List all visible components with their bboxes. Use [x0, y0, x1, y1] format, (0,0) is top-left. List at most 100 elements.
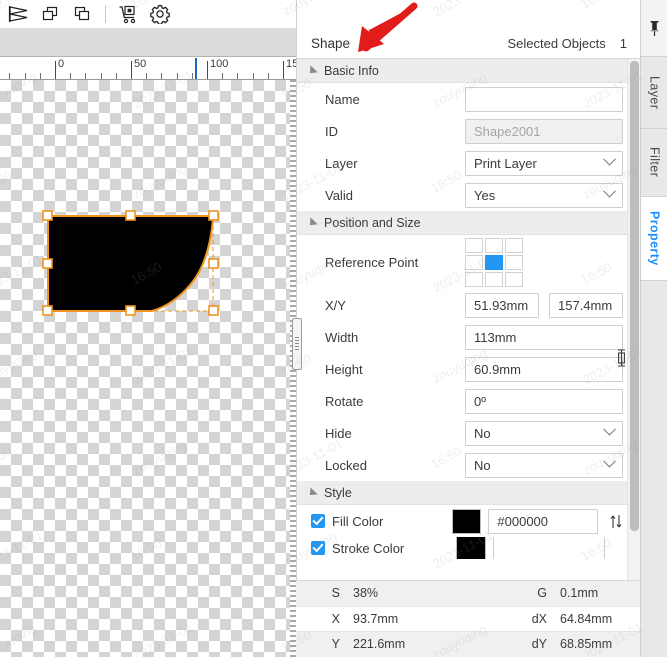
canvas-checkerboard[interactable]	[0, 80, 290, 657]
reference-point-cell-6[interactable]	[465, 271, 483, 287]
width-input[interactable]: 113mm	[465, 324, 623, 350]
panel-splitter-handle[interactable]	[292, 318, 302, 370]
group-header-position-and-size[interactable]: Position and Size	[297, 211, 641, 235]
layer-select[interactable]: Print Layer	[465, 150, 623, 176]
bring-to-front-icon[interactable]	[36, 2, 66, 26]
toolbar-divider	[105, 5, 106, 23]
group-title-position-and-size: Position and Size	[324, 215, 421, 230]
canvas-area[interactable]: 0 50 100 15	[0, 28, 296, 657]
ruler-tick-minor	[40, 73, 41, 79]
horizontal-ruler[interactable]: 0 50 100 15	[0, 57, 296, 80]
tab-property-label: Property	[647, 211, 662, 266]
collapse-triangle-icon	[306, 64, 318, 77]
panel-scrollbar-track[interactable]	[627, 59, 640, 580]
ruler-tick-minor	[192, 73, 193, 79]
valid-select-value: Yes	[474, 187, 496, 203]
ruler-tick-minor	[222, 73, 223, 79]
fill-color-checkbox[interactable]	[311, 514, 325, 528]
hide-select-value: No	[474, 425, 491, 441]
ruler-label: 0	[58, 58, 65, 70]
label-name: Name	[325, 91, 360, 107]
reference-point-cell-1[interactable]	[485, 237, 503, 253]
splitter-grip-icon	[295, 337, 299, 351]
layer-select-value: Print Layer	[474, 155, 537, 171]
tab-layer[interactable]: Layer	[641, 57, 667, 129]
rotate-input[interactable]: 0º	[465, 388, 623, 414]
locked-select[interactable]: No	[465, 452, 623, 478]
y-input[interactable]: 157.4mm	[549, 292, 623, 318]
ruler-tick-minor	[177, 73, 178, 79]
gear-icon[interactable]	[145, 2, 175, 26]
tab-layer-label: Layer	[647, 75, 662, 110]
ruler-tick-minor	[237, 73, 238, 79]
group-header-style[interactable]: Style	[297, 481, 641, 505]
group-title-basic-info: Basic Info	[324, 63, 379, 78]
name-input[interactable]	[465, 86, 623, 112]
selected-shape[interactable]	[0, 80, 290, 657]
panel-scrollbar-thumb[interactable]	[630, 61, 639, 531]
reference-point-grid[interactable]	[465, 237, 523, 287]
stroke-color-hex-input[interactable]	[493, 537, 605, 559]
tab-filter-label: Filter	[647, 147, 662, 178]
status-key-2: dY	[531, 637, 547, 652]
label-fill-color: Fill Color	[332, 513, 384, 529]
tab-property[interactable]: Property	[641, 197, 667, 281]
reference-point-cell-5[interactable]	[505, 254, 523, 270]
ruler-tick-minor	[70, 73, 71, 79]
status-key-2: G	[537, 586, 547, 601]
ruler-cursor-marker	[195, 58, 197, 79]
label-height: Height	[325, 361, 363, 377]
id-field: Shape2001	[465, 118, 623, 144]
panel-body: Basic Info Name ID Shape2001 Layer Print…	[297, 59, 641, 580]
ruler-tick-minor	[161, 73, 162, 79]
swap-vertical-icon[interactable]	[608, 513, 625, 530]
status-key: S	[331, 586, 340, 601]
reference-point-cell-4[interactable]	[485, 254, 503, 270]
status-key-2: dX	[531, 611, 547, 626]
stroke-color-checkbox[interactable]	[311, 541, 325, 555]
group-header-basic-info[interactable]: Basic Info	[297, 59, 641, 83]
label-stroke-color: Stroke Color	[332, 540, 405, 556]
status-value: 221.6mm	[353, 637, 406, 652]
row-layer: Layer Print Layer	[297, 147, 641, 179]
reference-point-cell-8[interactable]	[505, 271, 523, 287]
flag-shape-icon[interactable]	[4, 2, 34, 26]
pushpin-icon[interactable]	[641, 0, 667, 57]
label-rotate: Rotate	[325, 393, 364, 409]
height-input[interactable]: 60.9mm	[465, 356, 623, 382]
send-to-back-icon[interactable]	[68, 2, 98, 26]
reference-point-cell-7[interactable]	[485, 271, 503, 287]
reference-point-cell-0[interactable]	[465, 237, 483, 253]
label-valid: Valid	[325, 187, 353, 203]
reference-point-cell-2[interactable]	[505, 237, 523, 253]
ruler-tick-minor	[9, 73, 10, 79]
page-title: Shape	[311, 35, 351, 51]
reference-point-cell-3[interactable]	[465, 254, 483, 270]
collapse-triangle-icon	[306, 486, 318, 499]
row-name: Name	[297, 83, 641, 115]
ruler-label: 50	[134, 58, 147, 70]
fill-color-swatch[interactable]	[452, 508, 482, 534]
ruler-tick-minor	[85, 73, 86, 79]
selected-objects-count: 1	[619, 35, 627, 51]
row-fill-color: Fill Color #000000	[297, 505, 641, 537]
label-reference-point: Reference Point	[325, 254, 419, 270]
status-value: 93.7mm	[353, 611, 399, 626]
label-layer: Layer	[325, 155, 358, 171]
tab-filter[interactable]: Filter	[641, 129, 667, 197]
status-bar: S 38% G 0.1mm X 93.7mm dX 64.84mm Y 221.6mm dY 68.8…	[296, 580, 667, 657]
label-hide: Hide	[325, 425, 352, 441]
cart-icon[interactable]	[113, 2, 143, 26]
locked-select-value: No	[474, 457, 491, 473]
collapse-triangle-icon	[306, 216, 318, 229]
hide-select[interactable]: No	[465, 420, 623, 446]
selected-objects-label: Selected Objects	[507, 35, 606, 51]
ruler-tick-minor	[253, 73, 254, 79]
x-input[interactable]: 51.93mm	[465, 292, 539, 318]
valid-select[interactable]: Yes	[465, 182, 623, 208]
stroke-color-swatch[interactable]	[456, 537, 486, 559]
shape-fill[interactable]	[48, 216, 213, 311]
fill-color-hex-input[interactable]: #000000	[488, 508, 598, 534]
status-row: Y 221.6mm dY 68.85mm	[296, 632, 667, 657]
row-valid: Valid Yes	[297, 179, 641, 211]
